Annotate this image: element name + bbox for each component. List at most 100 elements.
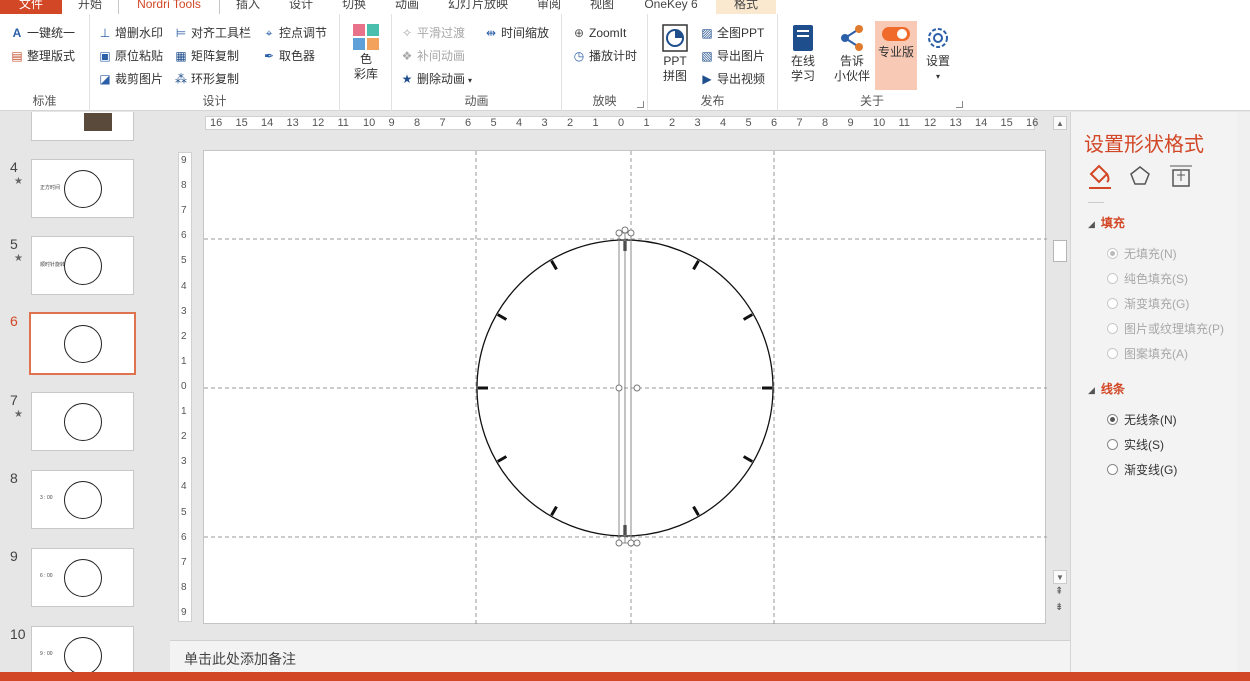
notes-placeholder[interactable]: 单击此处添加备注 [184,649,296,669]
ruler-label: 1 [592,117,599,129]
line-option[interactable]: 实线(S) [1107,436,1164,453]
export-video-button[interactable]: ▶ 导出视频 [700,69,765,89]
slide-thumbnail[interactable] [29,312,136,375]
slide-thumbnail[interactable]: 正方时间 [31,159,134,218]
effects-icon[interactable] [1130,166,1150,185]
ruler-label: 3 [541,117,548,129]
time-scale-button[interactable]: ⇹ 时间缩放 [484,23,549,43]
size-properties-icon[interactable] [1170,165,1192,187]
radio-icon[interactable] [1107,414,1118,425]
tween-animation-button[interactable]: ❖ 补间动画 [400,46,465,66]
align-toolbar-button[interactable]: ⊨ 对齐工具栏 [174,23,251,43]
tab-design[interactable]: 设计 [276,0,326,14]
notes-pane[interactable]: 单击此处添加备注 [170,640,1070,672]
play-timer-button[interactable]: ◷ 播放计时 [572,46,637,66]
scrollbar-thumb[interactable] [1053,240,1067,262]
tab-view[interactable]: 视图 [578,0,626,14]
radio-icon[interactable] [1107,323,1118,334]
fill-option[interactable]: 图案填充(A) [1107,345,1188,362]
align-icon: ⊨ [175,26,187,40]
thumbnail-image [84,113,112,131]
ruler-label: 12 [312,117,325,129]
fill-option[interactable]: 无填充(N) [1107,245,1177,262]
tab-insert[interactable]: 插入 [224,0,272,14]
slide-thumbnail[interactable]: 顺时针旋转 [31,236,134,295]
paste-in-place-button[interactable]: ▣ 原位粘贴 [98,46,163,66]
zoomit-button[interactable]: ⊕ ZoomIt [572,23,626,43]
radio-icon[interactable] [1107,248,1118,259]
pane-scrollbar[interactable] [1237,112,1250,672]
settings-button[interactable]: 设置 ▾ [920,24,956,84]
ruler-label: 13 [949,117,962,129]
scroll-down-icon[interactable]: ▼ [1053,570,1067,584]
radio-icon[interactable] [1107,298,1118,309]
delete-animation-button[interactable]: ★ 删除动画 ▾ [400,69,472,89]
tab-transitions[interactable]: 切换 [330,0,378,14]
dialog-launcher-icon[interactable] [956,101,963,108]
fill-option[interactable]: 纯色填充(S) [1107,270,1188,287]
chevron-down-icon: ▾ [468,76,473,85]
line-section-header[interactable]: ◢ 线条 [1088,380,1125,397]
chevron-down-icon: ▾ [935,72,940,81]
export-image-icon: ▧ [701,49,713,63]
hour-tick [496,313,508,321]
slide-canvas[interactable] [203,150,1047,625]
tab-review[interactable]: 审阅 [524,0,574,14]
tell-friend-button[interactable]: 告诉 小伙伴 [830,24,874,84]
matrix-copy-button[interactable]: ▦ 矩阵复制 [174,46,239,66]
selection-handles[interactable] [615,226,641,547]
editor-scrollbar[interactable]: ▲ ▼ ⇞ ⇟ [1050,112,1070,632]
slide-drawing [204,151,1047,625]
online-learn-button[interactable]: 在线 学习 [786,24,820,84]
radio-icon[interactable] [1107,348,1118,359]
line-option[interactable]: 无线条(N) [1107,411,1177,428]
full-image-ppt-button[interactable]: ▨ 全图PPT [700,23,764,43]
fill-line-icon[interactable] [1089,164,1111,189]
line-option[interactable]: 渐变线(G) [1107,461,1177,478]
tab-onekey[interactable]: OneKey 6 [630,0,712,14]
ruler-label: 5 [181,506,187,518]
export-image-button[interactable]: ▧ 导出图片 [700,46,765,66]
radio-icon[interactable] [1107,273,1118,284]
fill-section-header[interactable]: ◢ 填充 [1088,214,1125,231]
crop-image-button[interactable]: ◪ 裁剪图片 [98,69,163,89]
point-adjust-button[interactable]: ⌖ 控点调节 [262,23,327,43]
scroll-up-icon[interactable]: ▲ [1053,116,1067,130]
color-library-button[interactable]: 色 彩库 [350,24,382,82]
smooth-transition-button[interactable]: ✧ 平滑过渡 [400,23,465,43]
mini-clock [63,324,102,363]
radio-icon[interactable] [1107,464,1118,475]
next-slide-icon[interactable]: ⇟ [1055,602,1063,613]
slide-thumbnail[interactable]: 3 : 00 [31,470,134,529]
paste-icon: ▣ [99,49,111,63]
mini-clock [63,402,102,441]
slide-thumbnail[interactable] [31,392,134,451]
ruler-label: 0 [618,117,625,129]
hour-tick [550,259,558,271]
tab-nordri-tools[interactable]: Nordri Tools [118,0,220,14]
dialog-launcher-icon[interactable] [637,101,644,108]
radio-icon[interactable] [1107,439,1118,450]
fill-option[interactable]: 图片或纹理填充(P) [1107,320,1224,337]
tab-file[interactable]: 文件 [0,0,62,14]
prev-slide-icon[interactable]: ⇞ [1055,586,1063,597]
watermark-button[interactable]: ⊥ 增删水印 [98,23,163,43]
tab-animations[interactable]: 动画 [382,0,432,14]
tab-format[interactable]: 格式 [716,0,776,14]
ruler-label: 0 [181,381,187,392]
ppt-stitch-button[interactable]: PPT 拼图 [658,24,692,84]
slide-thumbnail[interactable] [31,112,134,141]
video-icon: ▶ [702,72,712,86]
eyedropper-icon: ✒ [263,49,275,63]
tidy-layout-button[interactable]: ▤ 整理版式 [10,46,75,66]
color-picker-button[interactable]: ✒ 取色器 [262,46,315,66]
ring-copy-button[interactable]: ⁂ 环形复制 [174,69,239,89]
pro-version-button[interactable]: 专业版 [875,21,917,90]
group-color: 色 彩库 [340,14,392,111]
slide-thumbnail[interactable]: 9 : 00 [31,626,134,672]
fill-option[interactable]: 渐变填充(G) [1107,295,1189,312]
tab-home[interactable]: 开始 [66,0,114,14]
tab-slideshow[interactable]: 幻灯片放映 [436,0,520,14]
unify-button[interactable]: A 一键统一 [10,23,75,43]
slide-thumbnail[interactable]: 6 : 00 [31,548,134,607]
